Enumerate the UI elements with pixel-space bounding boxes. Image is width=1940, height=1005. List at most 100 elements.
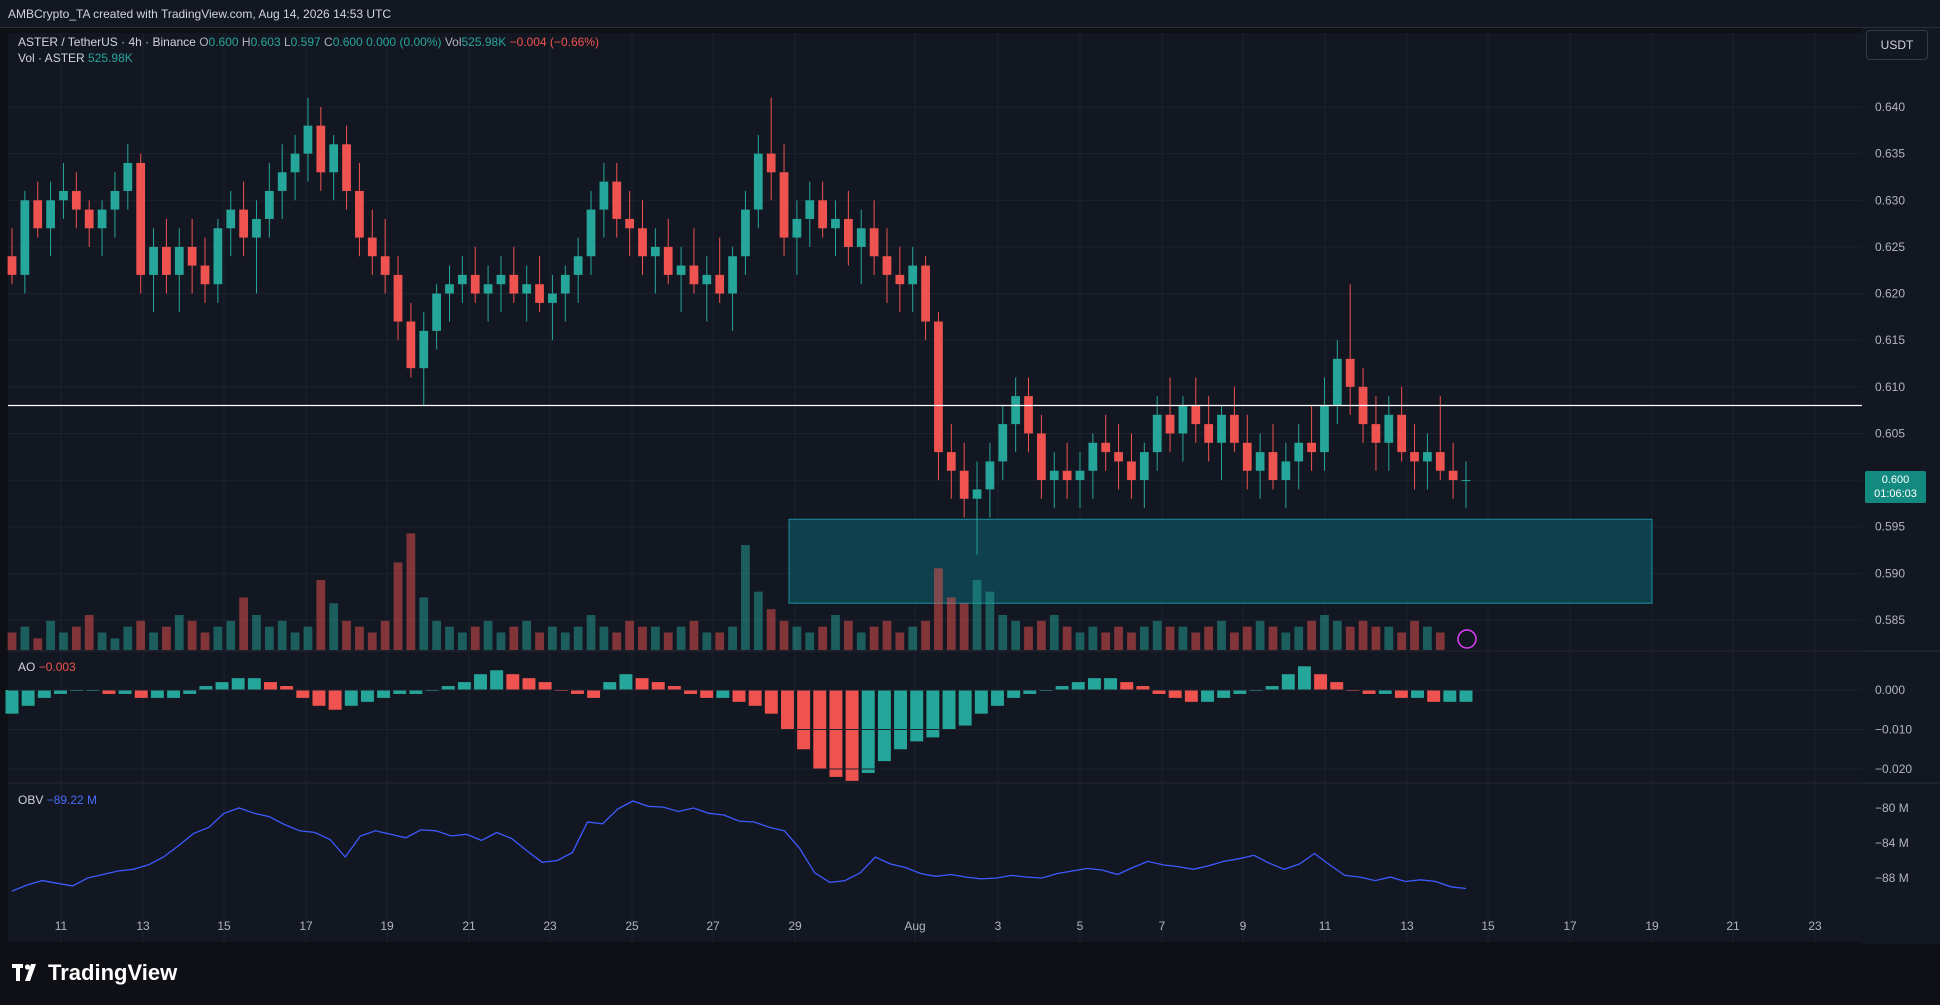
- volume-bar: [187, 620, 197, 650]
- candle-body: [856, 228, 866, 247]
- candle-body: [1320, 405, 1329, 453]
- candle-body: [1268, 452, 1278, 481]
- close-value: 0.600: [332, 35, 363, 49]
- candle-body: [959, 470, 969, 499]
- ao-bar: [958, 690, 972, 726]
- volume-bar: [46, 620, 55, 650]
- volume-bar: [728, 626, 737, 650]
- candle-body: [612, 181, 622, 219]
- time-tick-label: 19: [380, 919, 394, 933]
- volume-bar: [200, 632, 210, 650]
- volume-indicator-label: Vol · ASTER: [18, 51, 85, 65]
- time-tick-label: 3: [995, 919, 1002, 933]
- ao-bar: [490, 670, 504, 690]
- volume-bar: [766, 609, 776, 650]
- candle-body: [252, 218, 261, 238]
- candle-body: [1127, 461, 1136, 481]
- candle-body: [625, 218, 635, 229]
- volume-bar: [946, 597, 956, 650]
- candle-body: [869, 228, 879, 257]
- ao-bar: [5, 690, 19, 714]
- volume-legend[interactable]: Vol · ASTER 525.98K: [18, 51, 133, 65]
- volume-bar: [1268, 626, 1278, 650]
- open-label: O: [199, 35, 209, 49]
- ao-bar: [926, 690, 940, 738]
- candle-body: [277, 172, 287, 191]
- ao-bar: [1459, 690, 1473, 702]
- candle-body: [1384, 414, 1394, 443]
- ao-bar: [264, 682, 277, 690]
- candle-body: [1281, 461, 1291, 481]
- volume-bar: [1191, 632, 1201, 650]
- volume-bar: [818, 626, 828, 650]
- ao-bar: [37, 690, 51, 698]
- volume-bar: [676, 626, 686, 650]
- volume-bar: [1037, 620, 1046, 650]
- candle-body: [1448, 470, 1458, 481]
- time-tick-label: 21: [462, 919, 476, 933]
- candle-body: [149, 246, 158, 275]
- volume-bar: [586, 615, 596, 650]
- ao-bar: [21, 690, 35, 706]
- chart-canvas[interactable]: 0.640 0.635 0.630 0.625 0.620 0.615 0.610 0.605…: [0, 28, 1940, 944]
- ao-bar: [587, 690, 601, 698]
- candle-body: [1037, 433, 1046, 481]
- volume-bar: [355, 626, 364, 650]
- candle-body: [406, 321, 416, 369]
- attribution-header: AMBCrypto_TA created with TradingView.co…: [0, 0, 1940, 28]
- ao-legend[interactable]: AO −0.003: [18, 660, 76, 674]
- volume-bar: [702, 632, 712, 650]
- volume-bar: [1204, 626, 1214, 650]
- candle-body: [753, 153, 763, 210]
- symbol-name[interactable]: ASTER / TetherUS · 4h · Binance: [18, 35, 196, 49]
- candle-body: [380, 256, 390, 275]
- volume-bar: [290, 632, 300, 650]
- volume-value: 525.98K: [461, 35, 507, 49]
- candle-body: [457, 274, 467, 285]
- candle-body: [638, 228, 647, 257]
- volume-bar: [934, 568, 943, 650]
- time-tick-label: 13: [1400, 919, 1414, 933]
- volume-bar: [1435, 632, 1445, 650]
- candle-body: [1204, 424, 1214, 443]
- volume-bar: [1281, 632, 1291, 650]
- high-value: 0.603: [250, 35, 281, 49]
- candle-body: [213, 228, 223, 285]
- obv-tick-label: −88 M: [1875, 871, 1909, 885]
- last-price-tag: 0.600 01:06:03: [1865, 471, 1926, 503]
- volume-bar: [625, 620, 635, 650]
- tradingview-logo-icon: [12, 964, 36, 981]
- candle-body: [1217, 414, 1226, 443]
- candle-body: [1435, 452, 1445, 471]
- candle-body: [174, 246, 184, 275]
- candle-body: [934, 321, 943, 453]
- ao-bar: [1055, 686, 1069, 690]
- price-tick-label: 0.630: [1875, 193, 1905, 207]
- time-tick-label: 29: [788, 919, 802, 933]
- volume-bar: [33, 638, 43, 650]
- volume-bar: [1230, 632, 1239, 650]
- volume-change: −0.004 (−0.66%): [509, 35, 599, 49]
- footer: [0, 944, 1940, 1005]
- obv-legend[interactable]: OBV −89.22 M: [18, 793, 97, 807]
- tradingview-logo[interactable]: TradingView: [12, 960, 177, 986]
- candle-body: [689, 265, 699, 285]
- volume-bar: [831, 615, 840, 650]
- candle-body: [1242, 442, 1252, 471]
- price-tick-label: 0.585: [1875, 613, 1905, 627]
- volume-bar: [277, 620, 287, 650]
- symbol-legend: ASTER / TetherUS · 4h · Binance O0.600 H…: [18, 34, 599, 50]
- ao-value: −0.003: [38, 660, 76, 674]
- currency-button[interactable]: USDT: [1866, 30, 1928, 60]
- volume-bar: [1075, 632, 1085, 650]
- ao-bar: [54, 690, 67, 694]
- volume-bar: [226, 620, 236, 650]
- volume-bar: [972, 580, 982, 650]
- obv-tick-label: −84 M: [1875, 836, 1909, 850]
- ao-bar: [1362, 690, 1376, 694]
- volume-bar: [599, 626, 609, 650]
- ao-bar: [635, 678, 649, 690]
- ao-bar: [231, 678, 245, 690]
- ao-bar: [1297, 666, 1311, 690]
- volume-bar: [689, 620, 699, 650]
